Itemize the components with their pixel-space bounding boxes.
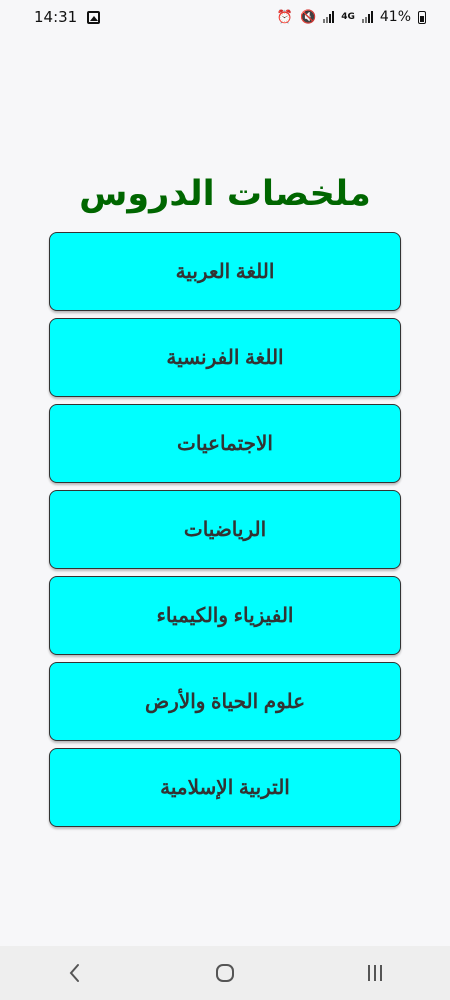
network-type: 4G bbox=[341, 12, 355, 22]
recent-apps-icon bbox=[368, 965, 382, 981]
navigation-bar bbox=[0, 946, 450, 1000]
home-button[interactable] bbox=[195, 946, 255, 1000]
gallery-notification-icon bbox=[87, 10, 101, 24]
back-icon bbox=[69, 964, 79, 982]
subject-button-mathematics[interactable]: الرياضيات bbox=[49, 490, 401, 569]
status-time: 14:31 bbox=[34, 8, 78, 26]
mute-icon: 🔇 bbox=[300, 9, 317, 25]
battery-percentage: 41% bbox=[379, 9, 411, 25]
alarm-icon: ⏰ bbox=[276, 9, 294, 25]
subject-button-physics-chemistry[interactable]: الفيزياء والكيمياء bbox=[49, 576, 401, 655]
back-button[interactable] bbox=[45, 946, 105, 1000]
recent-apps-button[interactable] bbox=[345, 946, 405, 1000]
subject-button-islamic-education[interactable]: التربية الإسلامية bbox=[49, 748, 401, 827]
home-icon bbox=[216, 964, 234, 982]
subject-button-french[interactable]: اللغة الفرنسية bbox=[49, 318, 401, 397]
status-right: ⏰ 🔇 4G 41% bbox=[277, 9, 426, 25]
battery-icon bbox=[418, 10, 426, 24]
signal-icon-secondary bbox=[361, 11, 373, 23]
subject-button-arabic[interactable]: اللغة العربية bbox=[49, 232, 401, 311]
status-left: 14:31 bbox=[34, 8, 101, 26]
subject-button-social-studies[interactable]: الاجتماعيات bbox=[49, 404, 401, 483]
page-title: ملخصات الدروس bbox=[79, 174, 371, 214]
status-bar: 14:31 ⏰ 🔇 4G 41% bbox=[0, 0, 450, 34]
subject-button-life-earth-sciences[interactable]: علوم الحياة والأرض bbox=[49, 662, 401, 741]
subject-menu: اللغة العربية اللغة الفرنسية الاجتماعيات… bbox=[49, 232, 401, 827]
signal-icon bbox=[323, 11, 335, 23]
